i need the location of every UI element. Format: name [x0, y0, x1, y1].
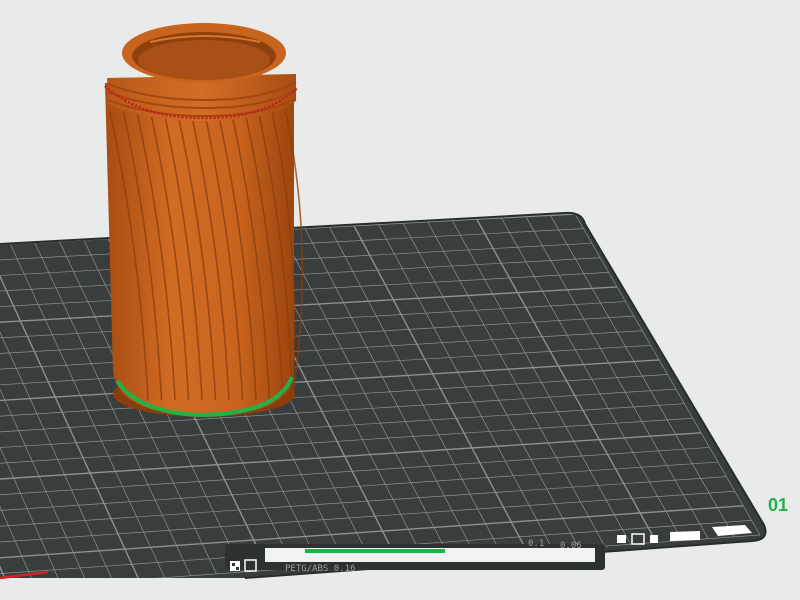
- lock-icon[interactable]: [650, 535, 658, 543]
- 3d-viewport[interactable]: PETG/ABS 0.16 0.1 0.06 01: [0, 0, 800, 600]
- 3d-scene: PETG/ABS 0.16 0.1 0.06 01: [0, 23, 788, 580]
- plate-value-2: 0.06: [560, 541, 582, 551]
- plate-name-tab[interactable]: [670, 531, 700, 541]
- model-interior: [138, 40, 270, 80]
- progress-indicator: [305, 549, 445, 553]
- layout-icon-cell: [232, 563, 235, 566]
- plate-file-label: PETG/ABS 0.16: [285, 564, 355, 574]
- plate-index-label: 01: [768, 495, 788, 515]
- cup-icon[interactable]: [617, 535, 626, 543]
- plate-value-1: 0.1: [528, 539, 544, 549]
- jar-model[interactable]: [104, 23, 304, 418]
- layout-icon-cell: [236, 567, 239, 570]
